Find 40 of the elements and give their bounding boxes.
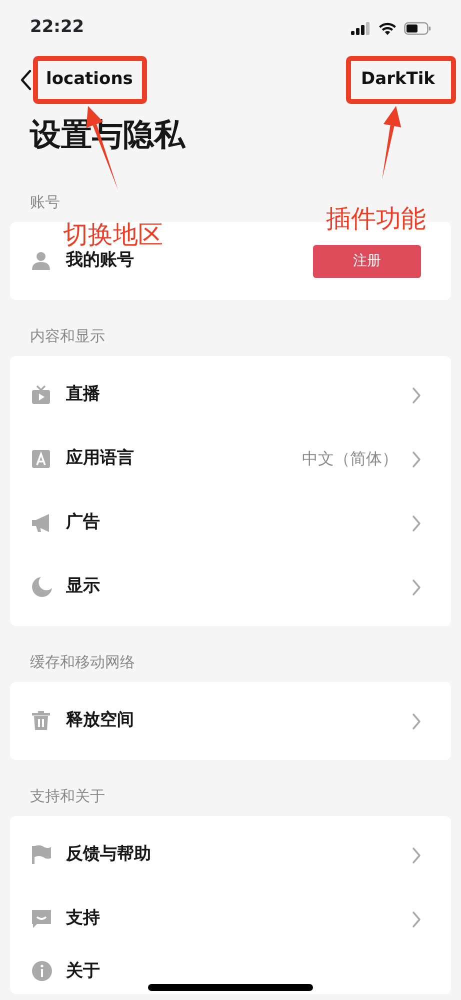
chevron-icon: [412, 386, 421, 404]
message-icon: [32, 909, 52, 929]
back-button[interactable]: locations: [20, 67, 133, 93]
clock-time: 22:22: [30, 16, 84, 40]
chevron-icon: [412, 450, 421, 468]
settings-row[interactable]: 关于: [10, 951, 451, 987]
info-icon: [32, 961, 52, 981]
wifi-icon: [379, 22, 396, 34]
trash-icon: [32, 711, 52, 731]
section-label: 内容和显示: [30, 326, 105, 347]
signal-icon: [351, 22, 371, 34]
settings-row[interactable]: 广告: [10, 491, 451, 555]
row-value: 中文（简体）: [302, 448, 398, 470]
section-label: 支持和关于: [30, 786, 105, 807]
settings-row[interactable]: 直播: [10, 363, 451, 427]
settings-row[interactable]: 应用语言 中文（简体）: [10, 427, 451, 491]
section-label: 缓存和移动网络: [30, 652, 135, 673]
chevron-icon: [412, 578, 421, 596]
annotation-text: 插件功能: [326, 205, 426, 232]
back-icon: [20, 69, 32, 91]
section-label: 账号: [30, 192, 60, 213]
battery-icon: [404, 22, 431, 34]
flag-icon: [32, 845, 52, 865]
settings-row[interactable]: 反馈与帮助: [10, 823, 451, 887]
settings-row[interactable]: 释放空间: [10, 689, 451, 753]
moon-icon: [32, 577, 52, 597]
letter-a-icon: [32, 449, 52, 469]
settings-row[interactable]: 显示: [10, 555, 451, 619]
tv-icon: [32, 385, 52, 405]
person-icon: [32, 251, 52, 271]
account-label[interactable]: 我的账号: [66, 248, 299, 274]
chevron-icon: [412, 712, 421, 730]
chevron-icon: [412, 846, 421, 864]
darktik-button[interactable]: DarkTik: [360, 67, 435, 93]
register-button[interactable]: 注册: [313, 244, 421, 278]
settings-row[interactable]: 支持: [10, 887, 451, 951]
megaphone-icon: [32, 513, 52, 533]
annotation-text: 切换地区: [63, 221, 163, 248]
chevron-icon: [412, 910, 421, 928]
chevron-icon: [412, 514, 421, 532]
